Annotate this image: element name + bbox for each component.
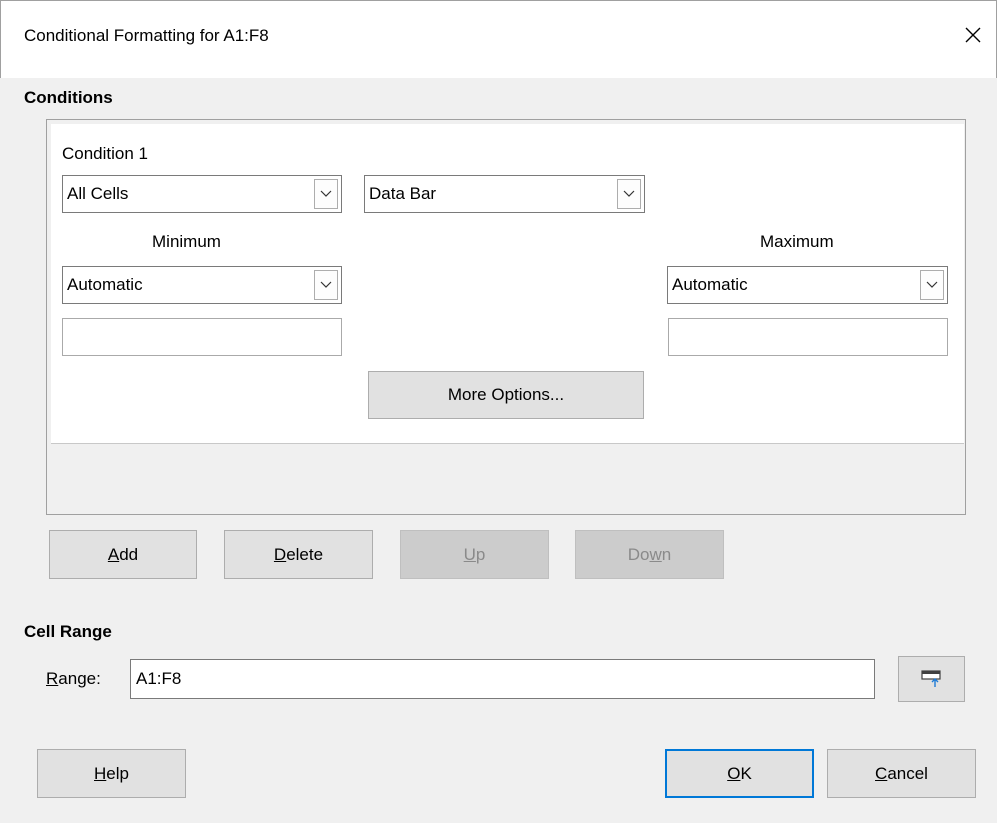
delete-label: elete [286,544,324,564]
more-options-button[interactable]: More Options... [368,371,644,419]
range-label-text: ange: [58,669,101,688]
up-mnemonic: U [463,544,476,564]
ok-label: K [740,763,752,783]
conditions-heading: Conditions [24,88,113,107]
dialog-title: Conditional Formatting for A1:F8 [24,26,269,45]
maximum-type-value: Automatic [672,275,748,294]
maximum-value-input[interactable] [668,318,948,356]
style-type-value: Data Bar [369,184,437,203]
down-mnemonic: w [649,544,662,564]
up-label: p [475,544,486,564]
down-label-end: n [661,544,672,564]
down-button[interactable]: Do w n [575,530,724,579]
maximum-type-select[interactable]: Automatic [667,266,948,304]
minimum-label: Minimum [152,232,221,251]
help-mnemonic: H [94,763,107,783]
condition-applies-value: All Cells [67,184,129,203]
shrink-dialog-button[interactable] [898,656,965,702]
add-label: dd [119,544,139,564]
maximum-label: Maximum [760,232,834,251]
down-label-start: Do [627,544,650,564]
minimum-type-value: Automatic [67,275,143,294]
cancel-button[interactable]: Cancel [827,749,976,798]
close-icon [965,27,981,43]
chevron-down-icon[interactable] [617,179,641,209]
style-type-select[interactable]: Data Bar [364,175,645,213]
add-button[interactable]: Add [49,530,197,579]
condition-applies-select[interactable]: All Cells [62,175,342,213]
delete-mnemonic: D [273,544,287,564]
minimum-type-select[interactable]: Automatic [62,266,342,304]
cancel-mnemonic: C [875,763,888,783]
ok-mnemonic: O [727,763,741,783]
up-button[interactable]: Up [400,530,549,579]
condition-label: Condition 1 [62,144,149,163]
add-mnemonic: A [107,544,120,564]
range-input[interactable] [130,659,875,699]
ok-button[interactable]: OK [665,749,814,798]
help-label: elp [106,763,129,783]
chevron-down-icon[interactable] [920,270,944,300]
delete-button[interactable]: Delete [224,530,373,579]
range-label: Range: [46,669,101,689]
range-mnemonic: R [46,669,59,688]
close-button[interactable] [956,18,990,52]
shrink-dialog-icon [920,670,941,687]
cell-range-heading: Cell Range [24,622,112,641]
chevron-down-icon[interactable] [314,270,338,300]
chevron-down-icon[interactable] [314,179,338,209]
cancel-label: ancel [887,763,928,783]
help-button[interactable]: Help [37,749,186,798]
minimum-value-input[interactable] [62,318,342,356]
